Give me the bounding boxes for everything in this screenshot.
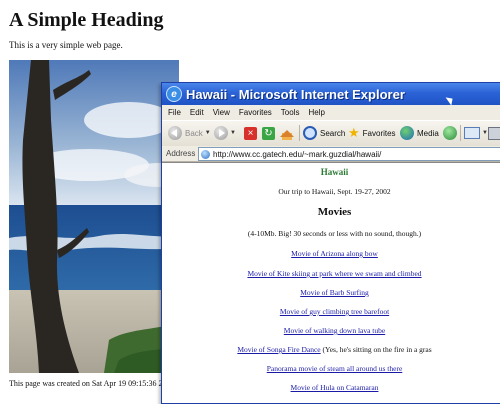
chevron-down-icon: ▼ <box>230 130 236 136</box>
favorites-label: Favorites <box>362 128 396 138</box>
movie-link[interactable]: Movie of Barb Surfing <box>300 288 369 297</box>
refresh-button[interactable]: ↻ <box>262 124 275 142</box>
trip-text: Our trip to Hawaii, Sept. 19-27, 2002 <box>278 187 391 196</box>
movie-link[interactable]: Movie of Hula on Catamaran <box>291 383 379 392</box>
menu-tools[interactable]: Tools <box>281 108 300 117</box>
list-item: Movie of guy climbing tree barefoot <box>162 307 500 316</box>
page-footer: This page was created on Sat Apr 19 09:1… <box>9 379 175 388</box>
star-icon: ★ <box>348 125 360 140</box>
window-title: Hawaii - Microsoft Internet Explorer <box>186 86 405 102</box>
media-button[interactable]: Media <box>400 124 439 142</box>
menu-favorites[interactable]: Favorites <box>239 108 272 117</box>
movie-link[interactable]: Movie of guy climbing tree barefoot <box>280 307 389 316</box>
content-title: Hawaii <box>320 167 349 177</box>
page-paragraph: This is a very simple web page. <box>9 40 123 50</box>
toolbar-divider <box>460 125 461 141</box>
back-arrow-icon <box>168 126 182 140</box>
list-item: Panorama movie of steam all around us th… <box>162 364 500 373</box>
beach-photo-image <box>9 60 179 373</box>
movie-link[interactable]: Movie of Kite skiing at park where we sw… <box>247 269 421 278</box>
history-button[interactable] <box>443 124 457 142</box>
mouse-cursor-icon <box>445 94 456 106</box>
title-bar[interactable]: e Hawaii - Microsoft Internet Explorer <box>162 83 500 106</box>
address-input[interactable]: http://www.cc.gatech.edu/~mark.guzdial/h… <box>198 147 500 161</box>
link-note: (Yes, he's sitting on the fire in a gras <box>320 345 432 354</box>
printer-icon <box>488 126 500 140</box>
stop-icon: × <box>244 126 257 140</box>
forward-arrow-icon <box>214 126 228 140</box>
address-label: Address <box>166 149 196 158</box>
address-url: http://www.cc.gatech.edu/~mark.guzdial/h… <box>213 149 382 159</box>
toolbar-divider <box>299 125 300 141</box>
movie-link[interactable]: Movie of Arizona along bow <box>291 249 378 258</box>
search-label: Search <box>320 128 346 138</box>
list-item: Movie of Hula on Catamaran <box>162 383 500 392</box>
stop-button[interactable]: × <box>244 124 257 142</box>
list-item: Movie of Arizona along bow <box>162 249 500 258</box>
home-icon <box>280 129 294 137</box>
movie-link[interactable]: Movie of Songa Fire Dance <box>237 345 320 354</box>
media-icon <box>400 126 414 140</box>
refresh-icon: ↻ <box>262 126 275 140</box>
home-button[interactable] <box>280 124 294 142</box>
mail-icon <box>464 127 480 139</box>
list-item: Movie of walking down lava tube <box>162 326 500 335</box>
ie-logo-icon: e <box>166 86 182 102</box>
menu-bar: File Edit View Favorites Tools Help <box>162 105 500 120</box>
search-icon <box>303 126 317 140</box>
forward-button[interactable]: ▼ <box>214 124 236 142</box>
menu-help[interactable]: Help <box>308 108 324 117</box>
movie-link[interactable]: Movie of walking down lava tube <box>284 326 385 335</box>
media-label: Media <box>417 128 439 138</box>
toolbar: Back ▼ ▼ × ↻ Search ★ Favorites Media ▼ <box>162 120 500 147</box>
movies-heading: Movies <box>317 206 352 218</box>
mail-button[interactable]: ▼ <box>464 124 488 142</box>
list-item: Movie of Kite skiing at park where we sw… <box>162 269 500 278</box>
movies-note: (4-10Mb. Big! 30 seconds or less with no… <box>247 229 422 238</box>
address-bar: Address http://www.cc.gatech.edu/~mark.g… <box>162 146 500 162</box>
print-button[interactable] <box>488 124 500 142</box>
browser-window[interactable]: e Hawaii - Microsoft Internet Explorer F… <box>161 82 500 404</box>
back-label: Back <box>185 128 203 138</box>
movie-link[interactable]: Panorama movie of steam all around us th… <box>267 364 403 373</box>
list-item: Movie of Barb Surfing <box>162 288 500 297</box>
search-button[interactable]: Search <box>303 124 345 142</box>
page-icon <box>201 149 210 159</box>
menu-file[interactable]: File <box>168 108 181 117</box>
page-heading: A Simple Heading <box>9 9 164 31</box>
history-icon <box>443 126 457 140</box>
favorites-button[interactable]: ★ Favorites <box>348 124 396 142</box>
list-item: Movie of Songa Fire Dance (Yes, he's sit… <box>162 345 500 354</box>
menu-edit[interactable]: Edit <box>190 108 204 117</box>
page-content: Hawaii Our trip to Hawaii, Sept. 19-27, … <box>162 162 500 403</box>
chevron-down-icon: ▼ <box>204 130 211 136</box>
menu-view[interactable]: View <box>213 108 230 117</box>
back-button[interactable]: Back ▼ <box>168 124 211 142</box>
beach-photo <box>9 60 179 373</box>
